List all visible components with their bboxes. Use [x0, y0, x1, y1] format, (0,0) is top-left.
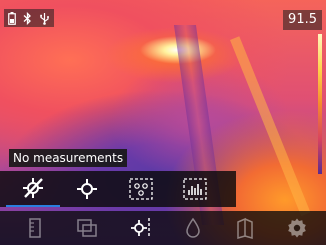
- center-spot-button[interactable]: [60, 171, 114, 207]
- settings-button[interactable]: [270, 211, 324, 245]
- no-measurement-button[interactable]: [6, 171, 60, 207]
- usb-icon: [40, 12, 49, 25]
- area-hot-cold-button[interactable]: [114, 171, 168, 207]
- picture-in-picture-button[interactable]: [60, 211, 114, 245]
- measurement-status-tooltip: No measurements: [9, 149, 128, 167]
- color-palette-button[interactable]: [8, 211, 62, 245]
- area-hot-cold-icon: [129, 178, 153, 200]
- emissivity-icon: [237, 217, 253, 239]
- humidity-icon: [186, 217, 200, 238]
- thermal-camera-screen: 91.5 No measurements: [0, 0, 326, 245]
- battery-icon: [8, 11, 16, 25]
- bluetooth-icon: [23, 11, 31, 25]
- temperature-readout: 91.5: [283, 10, 322, 30]
- measurement-icon: [131, 218, 150, 238]
- area-histogram-icon: [183, 178, 207, 200]
- color-palette-icon: [29, 218, 41, 238]
- humidity-button[interactable]: [166, 211, 220, 245]
- thermal-image: [0, 0, 326, 245]
- color-scale-bar: [318, 34, 322, 174]
- status-bar: [4, 9, 54, 27]
- settings-gear-icon: [288, 218, 306, 238]
- picture-in-picture-icon: [77, 219, 97, 237]
- center-spot-icon: [77, 179, 97, 199]
- no-measurement-icon: [23, 178, 43, 198]
- bottom-toolbar: [0, 211, 326, 245]
- measurement-button[interactable]: [114, 211, 168, 245]
- measurement-mode-row: [0, 171, 236, 207]
- area-histogram-button[interactable]: [168, 171, 222, 207]
- emissivity-button[interactable]: [218, 211, 272, 245]
